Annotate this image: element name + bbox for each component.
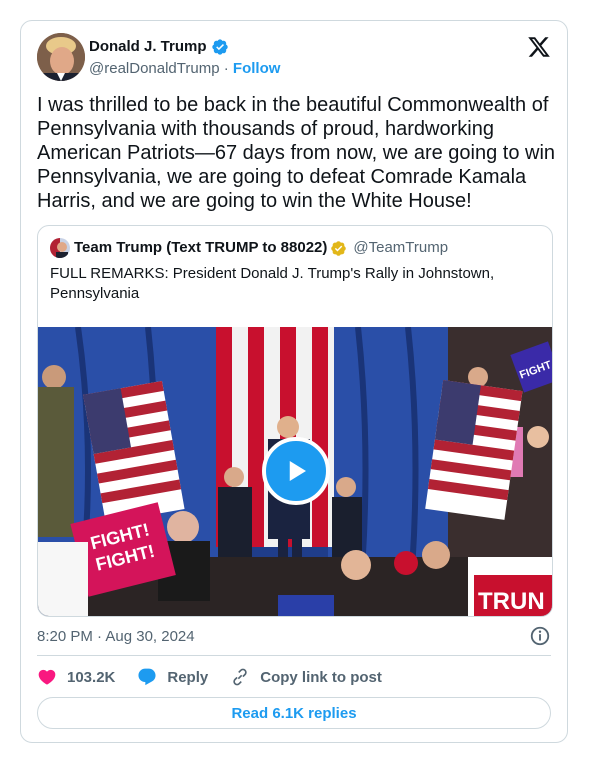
- like-button[interactable]: 103.2K: [37, 667, 115, 687]
- like-count: 103.2K: [67, 668, 116, 686]
- video-thumbnail[interactable]: FIGHT! FIGHT! TRUN FIGHT: [38, 327, 552, 616]
- sign-right: TRUN: [468, 557, 552, 616]
- tweet-header: Donald J. Trump @realDonaldTrump · Follo…: [37, 33, 551, 83]
- author-names: Donald J. Trump @realDonaldTrump · Follo…: [89, 37, 280, 79]
- svg-text:TRUN: TRUN: [478, 588, 545, 615]
- play-button[interactable]: [262, 437, 330, 505]
- divider: [37, 655, 551, 656]
- reply-bubble-icon: [138, 668, 156, 686]
- author-handle[interactable]: @realDonaldTrump: [89, 60, 220, 77]
- reply-button[interactable]: Reply: [137, 667, 208, 687]
- quote-avatar[interactable]: [50, 238, 70, 258]
- quoted-post[interactable]: Team Trump (Text TRUMP to 88022) @TeamTr…: [37, 225, 553, 617]
- read-replies-button[interactable]: Read 6.1K replies: [37, 697, 551, 729]
- tweet-card: Donald J. Trump @realDonaldTrump · Follo…: [20, 20, 568, 743]
- handle-separator: ·: [223, 60, 229, 77]
- action-bar: 103.2K Reply Copy link to post: [37, 663, 404, 691]
- quote-header: Team Trump (Text TRUMP to 88022) @TeamTr…: [50, 238, 448, 258]
- copy-link-label: Copy link to post: [260, 668, 382, 686]
- post-timestamp[interactable]: 8:20 PM · Aug 30, 2024: [37, 627, 195, 647]
- quote-text: FULL REMARKS: President Donald J. Trump'…: [50, 265, 495, 302]
- tweet-text: I was thrilled to be back in the beautif…: [37, 94, 556, 212]
- heart-icon: [38, 669, 56, 685]
- follow-link[interactable]: Follow: [233, 60, 281, 77]
- quote-author-handle[interactable]: @TeamTrump: [353, 238, 448, 258]
- copy-link-button[interactable]: Copy link to post: [230, 667, 382, 687]
- play-icon: [289, 461, 306, 481]
- verified-badge-icon: [211, 39, 228, 55]
- quote-author-name[interactable]: Team Trump (Text TRUMP to 88022): [74, 238, 327, 258]
- author-avatar[interactable]: [37, 33, 85, 81]
- gold-verified-badge-icon: [331, 240, 347, 256]
- reply-label: Reply: [167, 668, 209, 686]
- link-icon: [233, 668, 247, 686]
- author-name[interactable]: Donald J. Trump: [89, 37, 207, 57]
- info-icon[interactable]: [529, 625, 551, 647]
- x-logo-icon[interactable]: [527, 35, 551, 59]
